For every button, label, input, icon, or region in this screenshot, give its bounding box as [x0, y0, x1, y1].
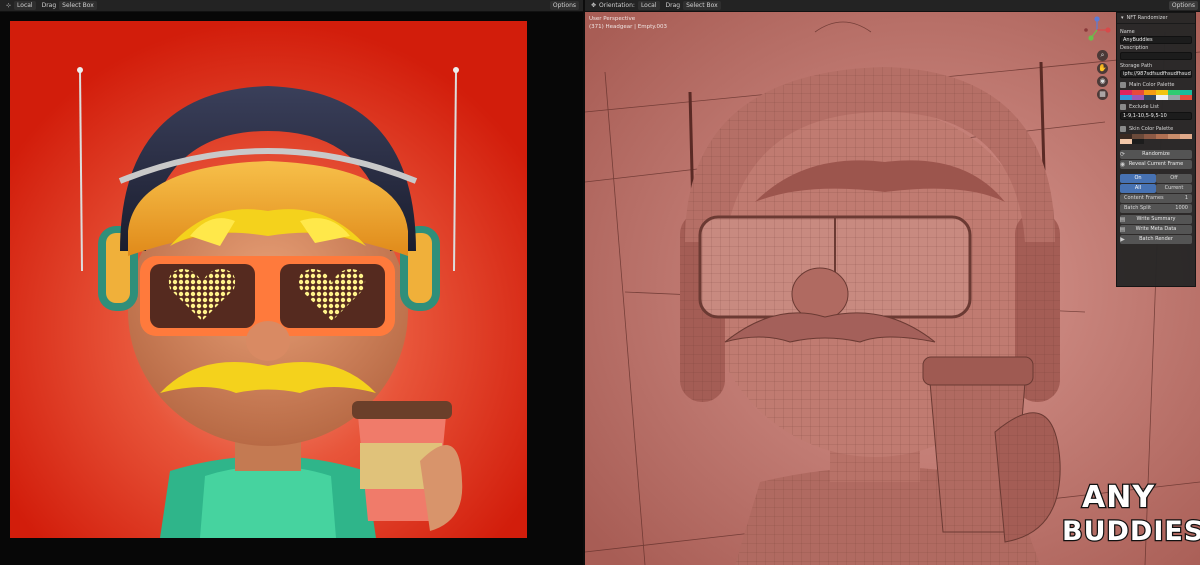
options-dropdown[interactable]: Options — [549, 1, 579, 10]
name-field[interactable]: AnyBuddies — [1120, 36, 1192, 44]
character-render — [10, 21, 527, 538]
document-icon: ▤ — [1119, 226, 1126, 233]
collapse-arrow-icon[interactable]: ▾ — [1121, 13, 1124, 24]
nft-randomizer-panel: ▾ NFT Randomizer Name AnyBuddies Descrip… — [1116, 12, 1196, 287]
toggle-on[interactable]: On — [1120, 174, 1156, 183]
logo-line-2: BUDDIES — [1061, 515, 1200, 549]
reveal-frame-button[interactable]: ◉ Reveal Current Frame — [1120, 160, 1192, 169]
toggle-all[interactable]: All — [1120, 184, 1156, 193]
view-dropdown[interactable]: Local — [14, 1, 36, 10]
list-icon — [1120, 104, 1126, 110]
exclude-list-label: Exclude List — [1129, 104, 1159, 110]
skin-palette-section: Skin Color Palette — [1117, 124, 1195, 134]
drag-label: Drag — [41, 2, 57, 9]
randomize-button[interactable]: ⟳ Randomize — [1120, 150, 1192, 159]
logo-line-1: ANY — [1081, 479, 1156, 517]
orientation-dropdown[interactable]: Local — [637, 1, 660, 10]
batch-render-button[interactable]: ▶ Batch Render — [1120, 235, 1192, 244]
perspective-label: User Perspective — [589, 16, 636, 22]
axis-icon: ⊹ — [6, 2, 12, 9]
content-frames-label: Content Frames — [1124, 195, 1164, 201]
main-palette-label: Main Color Palette — [1129, 82, 1175, 88]
object-info-label: (371) Headgear | Empty.003 — [589, 24, 667, 30]
description-field[interactable] — [1120, 52, 1192, 60]
content-frames-field[interactable]: Content Frames 1 — [1120, 194, 1192, 203]
anybuddies-logo: ANY BUDDIES — [1060, 478, 1200, 558]
name-label: Name — [1120, 29, 1135, 35]
grid-view-icon[interactable]: ▦ — [1097, 89, 1108, 100]
right-header: ✥ Orientation: Local Drag Select Box Opt… — [585, 0, 1200, 12]
refresh-icon: ⟳ — [1119, 151, 1126, 158]
orientation-label: Orientation: — [599, 2, 635, 9]
color-swatch[interactable] — [1132, 95, 1144, 100]
storage-path-label: Storage Path — [1120, 63, 1153, 69]
render-pane: ⊹ Local Drag Select Box Options — [0, 0, 583, 565]
color-swatch[interactable] — [1168, 134, 1180, 139]
select-box-dropdown[interactable]: Select Box — [683, 1, 721, 10]
select-box-dropdown[interactable]: Select Box — [59, 1, 97, 10]
batch-split-label: Batch Split — [1124, 205, 1152, 211]
transform-gizmo-icon[interactable]: ✥ — [591, 2, 596, 9]
hand-pan-icon[interactable]: ✋ — [1097, 63, 1108, 74]
write-meta-data-button[interactable]: ▤ Write Meta Data — [1120, 225, 1192, 234]
on-off-toggle[interactable]: On Off — [1120, 174, 1192, 183]
options-dropdown[interactable]: Options — [1168, 1, 1198, 10]
drag-label: Drag — [665, 2, 681, 9]
eye-icon: ◉ — [1119, 161, 1126, 168]
color-swatch[interactable] — [1120, 95, 1132, 100]
document-icon: ▤ — [1119, 216, 1126, 223]
color-swatch[interactable] — [1168, 95, 1180, 100]
write-summary-button[interactable]: ▤ Write Summary — [1120, 215, 1192, 224]
batch-split-value: 1000 — [1175, 205, 1188, 211]
storage-path-field[interactable]: ipfs://987sdfsudfhsudfhsud — [1120, 70, 1192, 78]
color-swatch[interactable] — [1180, 95, 1192, 100]
blender-window: ⊹ Local Drag Select Box Options ✥ Orient… — [0, 0, 1200, 565]
panel-title: NFT Randomizer — [1126, 14, 1168, 21]
transform-orientation[interactable]: ⊹ Local — [6, 1, 36, 10]
main-palette-section: Main Color Palette — [1117, 80, 1195, 90]
zoom-icon[interactable]: ⌕ — [1097, 50, 1108, 61]
left-header: ⊹ Local Drag Select Box Options — [0, 0, 583, 12]
skin-palette-label: Skin Color Palette — [1129, 126, 1174, 132]
color-swatch[interactable] — [1144, 134, 1156, 139]
color-swatch[interactable] — [1132, 139, 1144, 144]
toggle-current[interactable]: Current — [1156, 184, 1192, 193]
panel-header[interactable]: ▾ NFT Randomizer — [1117, 13, 1195, 24]
batch-split-field[interactable]: Batch Split 1000 — [1120, 204, 1192, 213]
color-swatch[interactable] — [1120, 139, 1132, 144]
description-label: Description — [1120, 45, 1149, 51]
color-swatch[interactable] — [1156, 95, 1168, 100]
skin-color-palette[interactable] — [1120, 134, 1192, 144]
camera-view-icon[interactable]: ◉ — [1097, 76, 1108, 87]
palette-icon — [1120, 126, 1126, 132]
color-swatch[interactable] — [1156, 134, 1168, 139]
palette-icon — [1120, 82, 1126, 88]
content-frames-value: 1 — [1184, 195, 1188, 201]
main-color-palette[interactable] — [1120, 90, 1192, 100]
navigation-gizmo[interactable] — [1083, 16, 1111, 44]
all-current-toggle[interactable]: All Current — [1120, 184, 1192, 193]
toggle-off[interactable]: Off — [1156, 174, 1192, 183]
color-swatch[interactable] — [1144, 95, 1156, 100]
exclude-list-section: Exclude List — [1117, 102, 1195, 112]
exclude-list-field[interactable]: 1-9,1-10,5-9,5-10 — [1120, 112, 1192, 120]
color-swatch[interactable] — [1180, 134, 1192, 139]
viewport-info: User Perspective (371) Headgear | Empty.… — [589, 15, 667, 31]
play-icon: ▶ — [1120, 236, 1125, 243]
